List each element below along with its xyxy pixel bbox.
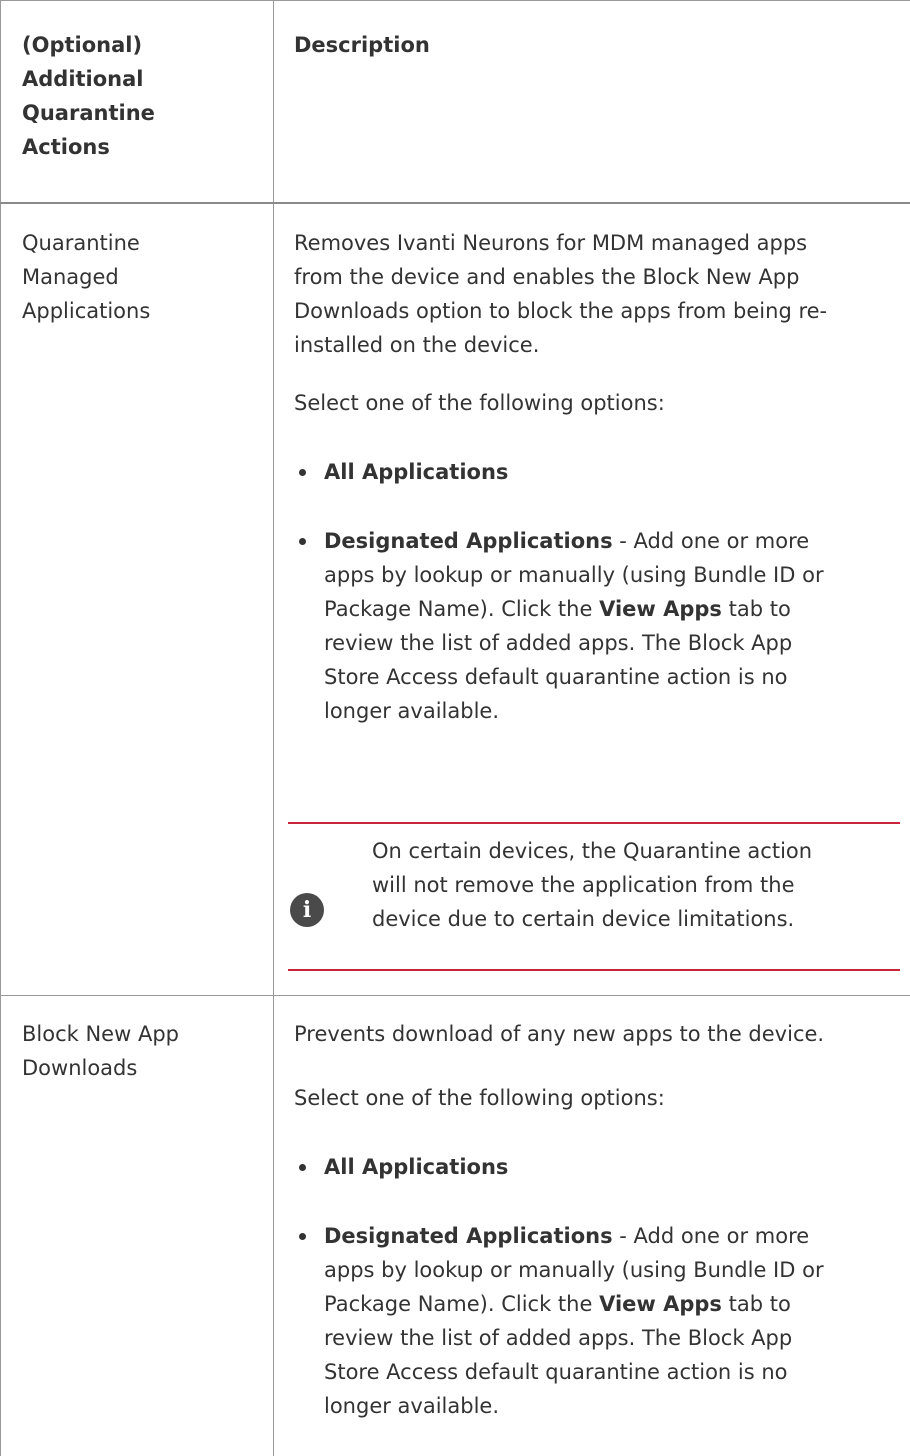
table-column-divider (273, 0, 274, 1456)
bullet-icon (299, 538, 306, 545)
document-page: (Optional) Additional Quarantine Actions… (0, 0, 910, 1456)
header-optional-actions: (Optional) Additional Quarantine Actions (22, 33, 155, 159)
list-item: Designated Applications - Add one or mor… (294, 524, 894, 728)
list-item: Designated Applications - Add one or mor… (294, 1219, 894, 1423)
row-divider (0, 995, 910, 996)
row2-options-list: All Applications Designated Applications… (294, 1150, 894, 1423)
header-row-divider (0, 202, 910, 204)
header-description: Description (294, 33, 430, 57)
view-apps-label: View Apps (599, 1292, 722, 1316)
note-top-rule (288, 822, 900, 824)
view-apps-label: View Apps (599, 597, 722, 621)
note-text: On certain devices, the Quarantine actio… (372, 839, 813, 931)
row1-description: Removes Ivanti Neurons for MDM managed a… (294, 231, 828, 357)
table-border-left (0, 0, 1, 1456)
note-bottom-rule (288, 969, 900, 971)
info-icon: i (290, 893, 324, 927)
row1-action-label: Quarantine Managed Applications (22, 231, 151, 323)
row2-select-instruction: Select one of the following options: (294, 1086, 665, 1110)
row1-options-list: All Applications Designated Applications… (294, 455, 894, 728)
row1-select-instruction: Select one of the following options: (294, 391, 665, 415)
bullet-icon (299, 469, 306, 476)
list-item: All Applications (294, 455, 894, 489)
row2-action-label: Block New App Downloads (22, 1022, 179, 1080)
list-item: All Applications (294, 1150, 894, 1184)
table-top-border (0, 0, 910, 1)
bullet-icon (299, 1233, 306, 1240)
row2-description: Prevents download of any new apps to the… (294, 1022, 825, 1046)
bullet-icon (299, 1164, 306, 1171)
